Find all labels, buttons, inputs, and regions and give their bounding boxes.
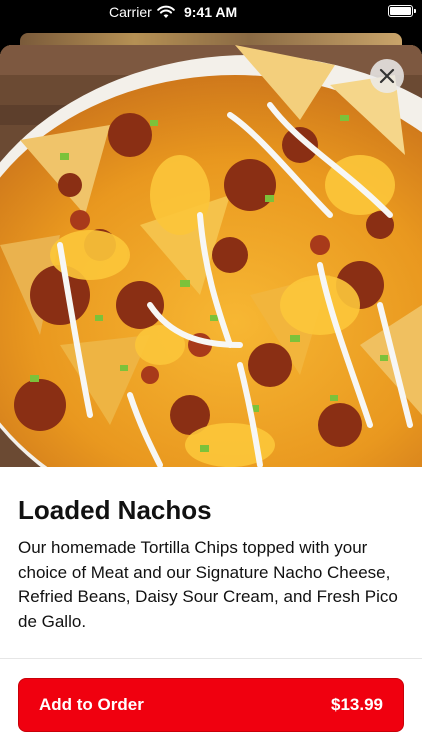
item-detail-sheet: Loaded Nachos Our homemade Tortilla Chip… (0, 45, 422, 750)
item-description: Our homemade Tortilla Chips topped with … (18, 538, 398, 631)
item-title: Loaded Nachos (18, 495, 212, 525)
wifi-icon (157, 5, 175, 18)
screen: Carrier 9:41 AM Loaded Nachos Our homema… (0, 0, 422, 750)
add-to-order-button[interactable]: Add to Order $13.99 (18, 678, 404, 732)
nachos-photo (0, 45, 422, 467)
close-button[interactable] (370, 59, 404, 93)
close-icon (379, 68, 395, 84)
status-bar: Carrier 9:41 AM (0, 0, 422, 26)
clock: 9:41 AM (184, 4, 238, 20)
battery-icon (388, 5, 416, 17)
item-price: $13.99 (331, 695, 383, 714)
divider (0, 658, 422, 659)
carrier-label: Carrier (109, 4, 152, 20)
add-to-order-label: Add to Order (39, 695, 144, 714)
